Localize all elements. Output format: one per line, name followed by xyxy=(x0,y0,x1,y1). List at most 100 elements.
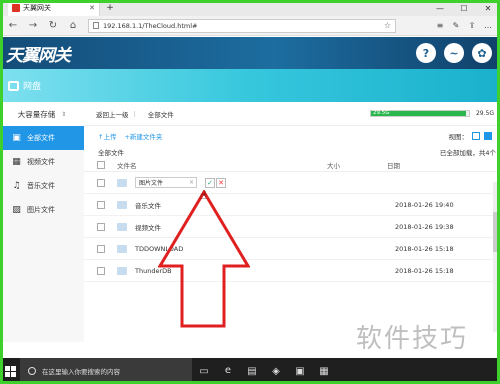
url-input[interactable]: 192.168.1.1/TheCloud.html# ☆ xyxy=(88,18,396,33)
scrollbar-thumb[interactable] xyxy=(493,212,498,252)
close-window-button[interactable]: ✕ xyxy=(476,0,500,16)
grid-view-icon[interactable] xyxy=(472,132,480,140)
reading-list-icon[interactable]: ≡ xyxy=(434,21,446,30)
folder-icon xyxy=(117,244,127,253)
current-path-row: 全部文件 已全部加载，共4个 xyxy=(84,146,500,158)
app-header: 天翼网关 ? ~ ✿ xyxy=(0,37,500,69)
folder-icon: ▣ xyxy=(12,132,21,143)
cancel-rename-button[interactable]: ✕ xyxy=(216,177,226,188)
browser-toolbar-icons: ≡ ✎ ⇪ … xyxy=(434,21,494,30)
back-arrow-icon[interactable]: ← xyxy=(6,20,20,31)
video-icon: ▦ xyxy=(12,156,21,167)
storage-total-label: 29.5G xyxy=(475,110,494,117)
storage-progress-bar: 29.5G xyxy=(369,110,470,117)
app-icon[interactable]: ▣ xyxy=(288,358,312,384)
task-view-icon[interactable]: ▭ xyxy=(192,358,216,384)
minimize-button[interactable]: — xyxy=(428,0,452,16)
current-path: 全部文件 xyxy=(98,149,124,157)
back-up-button[interactable]: 返回上一级 xyxy=(84,109,134,119)
notes-icon[interactable]: ✎ xyxy=(450,21,462,30)
cloud-drive-icon xyxy=(8,80,19,91)
forward-arrow-icon[interactable]: → xyxy=(26,20,40,31)
new-tab-button[interactable]: + xyxy=(104,0,116,16)
table-row[interactable]: 音乐文件 2018-01-26 19:40 xyxy=(84,194,500,216)
network-app-icon[interactable]: ▦ xyxy=(312,358,336,384)
table-row[interactable]: ThunderDB 2018-01-26 15:18 xyxy=(84,260,500,282)
taskbar-search[interactable]: 在这里输入你要搜索的内容 xyxy=(20,358,192,384)
storage-usage: 29.5G 29.5G xyxy=(369,110,494,117)
column-size[interactable]: 大小 xyxy=(327,160,387,170)
table-row-renaming[interactable]: 图片文件 × ✓ ✕ xyxy=(84,172,500,194)
select-all-checkbox[interactable] xyxy=(97,160,105,169)
settings-icon[interactable]: ✿ xyxy=(472,43,492,63)
folder-icon xyxy=(117,222,127,231)
file-explorer-icon[interactable]: ▤ xyxy=(240,358,264,384)
new-folder-button[interactable]: +新建文件夹 xyxy=(124,131,162,141)
sidebar: 大容量存储 ⇕ ▣ 全部文件 ▦ 视频文件 ♫ 音乐文件 ▨ 图片文件 xyxy=(0,102,84,342)
share-icon[interactable]: ⇪ xyxy=(466,21,478,30)
taskbar: 在这里输入你要搜索的内容 ▭ e ▤ ◈ ▣ ▦ xyxy=(0,358,500,384)
mouse-cursor-icon: ☝ xyxy=(200,189,207,202)
sidebar-item-label: 全部文件 xyxy=(27,134,55,142)
upload-button[interactable]: ↑上传 xyxy=(98,131,116,141)
close-tab-icon[interactable]: ✕ xyxy=(89,4,95,12)
sidebar-item-music[interactable]: ♫ 音乐文件 xyxy=(0,174,84,198)
table-row[interactable]: TDDOWNLOAD 2018-01-26 15:18 xyxy=(84,238,500,260)
folder-icon xyxy=(117,200,127,209)
store-icon[interactable]: ◈ xyxy=(264,358,288,384)
table-header: 文件名 大小 日期 xyxy=(84,158,500,172)
browser-tab-bar: 天翼网关 ✕ + — ☐ ✕ xyxy=(0,0,500,16)
row-checkbox[interactable] xyxy=(97,178,105,187)
home-icon[interactable]: ⌂ xyxy=(66,20,80,31)
breadcrumb[interactable]: 全部文件 xyxy=(136,109,179,119)
app-logo: 天翼网关 xyxy=(6,45,71,66)
url-text: 192.168.1.1/TheCloud.html# xyxy=(103,21,198,30)
sidebar-item-images[interactable]: ▨ 图片文件 xyxy=(0,198,84,222)
address-bar-row: ← → ↻ ⌂ 192.168.1.1/TheCloud.html# ☆ ≡ ✎… xyxy=(0,16,500,36)
confirm-rename-button[interactable]: ✓ xyxy=(205,177,215,188)
clear-icon[interactable]: × xyxy=(189,179,194,186)
row-checkbox[interactable] xyxy=(97,266,105,275)
status-wave-icon[interactable]: ~ xyxy=(444,43,464,63)
header-icons: ? ~ ✿ xyxy=(416,43,492,63)
browser-tab[interactable]: 天翼网关 ✕ xyxy=(8,0,100,16)
sidebar-item-label: 图片文件 xyxy=(27,206,55,214)
favorite-star-icon[interactable]: ☆ xyxy=(384,21,391,30)
refresh-icon[interactable]: ↻ xyxy=(46,20,60,31)
file-date: 2018-01-26 15:18 xyxy=(395,244,454,253)
column-date[interactable]: 日期 xyxy=(387,160,487,170)
file-count: 已全部加载，共4个 xyxy=(439,149,496,157)
row-checkbox[interactable] xyxy=(97,200,105,209)
maximize-button[interactable]: ☐ xyxy=(452,0,476,16)
file-date: 2018-01-26 19:40 xyxy=(395,200,454,209)
column-name[interactable]: 文件名 xyxy=(117,160,327,170)
watermark-text: 软件技巧 xyxy=(356,324,469,354)
help-icon[interactable]: ? xyxy=(416,43,436,63)
storage-selector-label: 大容量存储 xyxy=(17,109,56,119)
list-view-icon[interactable] xyxy=(484,132,492,140)
row-checkbox[interactable] xyxy=(97,222,105,231)
file-date: 2018-01-26 15:18 xyxy=(395,266,454,275)
window-controls: — ☐ ✕ xyxy=(428,0,500,16)
path-toolbar: 返回上一级 | 全部文件 29.5G 29.5G xyxy=(84,102,500,126)
table-row[interactable]: 视频文件 2018-01-26 19:38 xyxy=(84,216,500,238)
storage-selector[interactable]: 大容量存储 ⇕ xyxy=(0,102,84,126)
up-arrow-annotation xyxy=(158,190,250,328)
tab-title: 天翼网关 xyxy=(23,4,51,12)
rename-input[interactable]: 图片文件 × xyxy=(135,177,197,188)
image-icon: ▨ xyxy=(12,204,21,215)
more-icon[interactable]: … xyxy=(482,21,494,30)
banner-title: 网盘 xyxy=(23,82,42,92)
start-button[interactable] xyxy=(0,358,20,384)
row-checkbox[interactable] xyxy=(97,244,105,253)
chevron-icon: ⇕ xyxy=(61,110,67,118)
sidebar-item-videos[interactable]: ▦ 视频文件 xyxy=(0,150,84,174)
search-placeholder: 在这里输入你要搜索的内容 xyxy=(42,368,120,376)
upload-label: 上传 xyxy=(103,133,117,141)
sidebar-item-label: 音乐文件 xyxy=(27,182,55,190)
scrollbar[interactable] xyxy=(493,182,498,332)
favicon-icon xyxy=(12,4,20,12)
sidebar-item-all-files[interactable]: ▣ 全部文件 xyxy=(0,126,84,150)
folder-icon xyxy=(117,178,127,187)
edge-browser-icon[interactable]: e xyxy=(216,358,240,384)
